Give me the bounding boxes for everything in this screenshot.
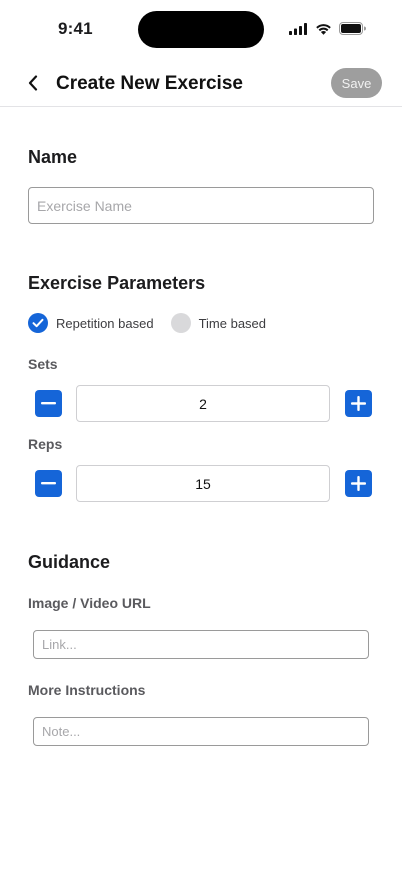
- save-button[interactable]: Save: [331, 68, 382, 98]
- url-label: Image / Video URL: [28, 595, 151, 611]
- instructions-label: More Instructions: [28, 682, 146, 698]
- status-icons: [289, 22, 366, 35]
- guidance-section-title: Guidance: [28, 552, 111, 572]
- radio-selected[interactable]: [28, 313, 48, 333]
- sets-value[interactable]: 2: [76, 385, 330, 422]
- minus-icon: [41, 482, 56, 485]
- instructions-input[interactable]: [33, 717, 369, 746]
- navigation-bar: Create New Exercise Save: [0, 60, 402, 107]
- reps-label: Reps: [28, 436, 63, 452]
- minus-icon: [41, 402, 56, 405]
- repetition-based-label: Repetition based: [56, 315, 154, 331]
- media-url-input[interactable]: [33, 630, 369, 659]
- battery-icon: [339, 22, 366, 35]
- time-based-label: Time based: [198, 315, 267, 331]
- wifi-icon: [316, 23, 331, 35]
- plus-icon: [351, 476, 366, 491]
- page-title: Create New Exercise: [56, 73, 243, 94]
- reps-decrement-button[interactable]: [35, 470, 62, 497]
- radio-unselected[interactable]: [170, 313, 191, 333]
- signal-icon: [289, 22, 307, 35]
- time-based-option[interactable]: Time based: [170, 313, 267, 333]
- exercise-name-input[interactable]: [28, 187, 374, 224]
- plus-icon: [351, 396, 366, 411]
- check-icon: [32, 318, 44, 328]
- exercise-type-selector: Repetition based Time based: [28, 313, 266, 333]
- back-button[interactable]: [22, 72, 44, 94]
- sets-label: Sets: [28, 356, 58, 372]
- parameters-section-title: Exercise Parameters: [28, 273, 206, 293]
- reps-increment-button[interactable]: [345, 470, 372, 497]
- name-section-title: Name: [28, 147, 78, 167]
- status-time: 9:41: [58, 19, 93, 38]
- reps-value[interactable]: 15: [76, 465, 330, 502]
- dynamic-island: [138, 11, 264, 48]
- sets-increment-button[interactable]: [345, 390, 372, 417]
- back-chevron-icon: [28, 75, 38, 91]
- repetition-based-option[interactable]: Repetition based: [28, 313, 154, 333]
- sets-decrement-button[interactable]: [35, 390, 62, 417]
- status-bar: 9:41: [0, 0, 402, 60]
